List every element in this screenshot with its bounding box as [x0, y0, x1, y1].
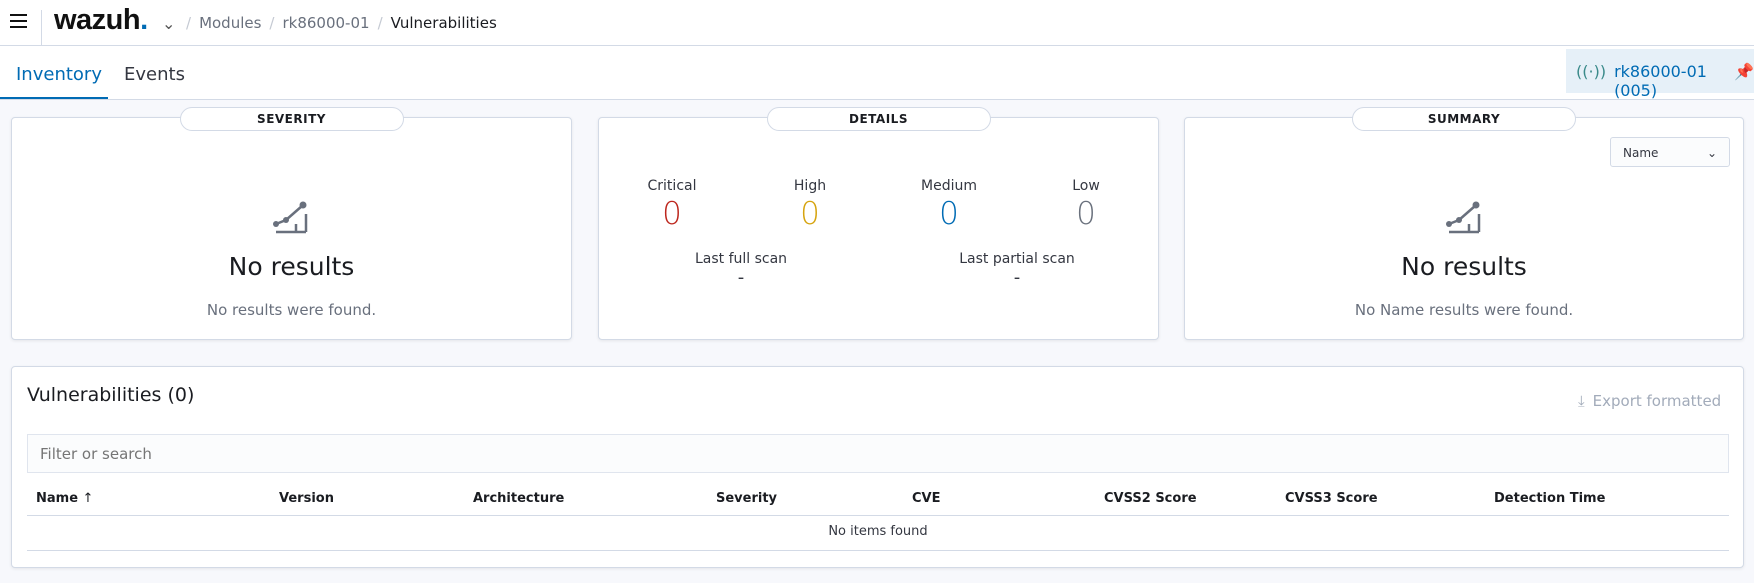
empty-text: No Name results were found.	[1354, 301, 1574, 319]
export-label: Export formatted	[1592, 392, 1722, 410]
breadcrumb-agent[interactable]: rk86000-01	[282, 14, 369, 32]
panel-title: SUMMARY	[1352, 107, 1576, 131]
scan-label: Last partial scan	[959, 251, 1075, 267]
search-input[interactable]	[27, 434, 1729, 473]
column-header-cve[interactable]: CVE	[912, 491, 940, 506]
menu-icon[interactable]	[10, 14, 27, 28]
pin-icon[interactable]: 📌	[1734, 62, 1754, 93]
empty-title: No results	[1401, 252, 1527, 281]
antenna-icon: ((·))	[1576, 62, 1607, 81]
breadcrumb: / Modules / rk86000-01 /Vulnerabilities	[186, 14, 497, 32]
last-full-scan: Last full scan -	[641, 251, 841, 288]
scan-label: Last full scan	[694, 251, 788, 267]
tab-events[interactable]: Events	[124, 64, 185, 85]
table-title: Vulnerabilities (0)	[27, 384, 195, 406]
count-label: Critical	[647, 178, 697, 194]
medium-count: Medium 0	[879, 178, 1019, 232]
divider	[27, 515, 1729, 516]
tab-bar: Inventory Events	[0, 46, 1754, 100]
low-count: Low 0	[1016, 178, 1156, 232]
empty-text: No results were found.	[206, 301, 377, 319]
column-header-architecture[interactable]: Architecture	[473, 491, 564, 506]
scan-value: -	[737, 267, 745, 288]
breadcrumb-current: Vulnerabilities	[390, 14, 497, 32]
field-select[interactable]: Name ⌄	[1610, 137, 1730, 167]
last-partial-scan: Last partial scan -	[917, 251, 1117, 288]
select-value: Name	[1623, 146, 1659, 160]
column-header-detection-time[interactable]: Detection Time	[1494, 491, 1605, 506]
column-header-cvss3[interactable]: CVSS3 Score	[1285, 491, 1378, 506]
empty-title: No results	[228, 252, 355, 281]
tab-inventory[interactable]: Inventory	[16, 64, 102, 85]
count-value[interactable]: 0	[740, 196, 880, 232]
wazuh-logo[interactable]: wazuh.	[54, 4, 148, 37]
details-panel: DETAILS Critical 0 High 0 Medium 0 Low 0 Las…	[598, 107, 1159, 340]
column-header-version[interactable]: Version	[279, 491, 334, 506]
divider	[27, 550, 1729, 551]
panel-title: DETAILS	[766, 107, 991, 131]
agent-badge[interactable]: ((·)) rk86000-01 (005) 📌	[1566, 49, 1754, 100]
summary-panel: SUMMARY Name ⌄ No results No Name results…	[1184, 107, 1744, 340]
panel-title: SEVERITY	[179, 107, 404, 131]
count-label: Medium	[921, 178, 977, 194]
chevron-down-icon: ⌄	[1706, 146, 1717, 160]
agent-label: rk86000-01 (005)	[1614, 62, 1707, 100]
empty-table-message: No items found	[828, 524, 928, 539]
column-header-severity[interactable]: Severity	[716, 491, 777, 506]
active-tab-indicator	[0, 97, 108, 99]
divider	[41, 10, 42, 46]
scan-value: -	[1013, 267, 1021, 288]
chevron-down-icon[interactable]: ⌄	[162, 14, 175, 33]
column-header-name[interactable]: Name ↑	[36, 491, 93, 506]
sort-ascending-icon: ↑	[82, 491, 94, 506]
high-count: High 0	[740, 178, 880, 232]
count-label: High	[793, 178, 827, 194]
chart-icon	[273, 201, 308, 234]
count-value[interactable]: 0	[879, 196, 1019, 232]
export-formatted-button[interactable]: ⤓ Export formatted	[1578, 392, 1721, 410]
chart-icon	[1446, 201, 1481, 234]
column-header-cvss2[interactable]: CVSS2 Score	[1104, 491, 1197, 506]
breadcrumb-modules[interactable]: Modules	[199, 14, 261, 32]
count-value[interactable]: 0	[602, 196, 742, 232]
download-icon: ⤓	[1578, 392, 1585, 410]
count-label: Low	[1072, 178, 1100, 194]
critical-count: Critical 0	[602, 178, 742, 232]
severity-panel: SEVERITY No results No results were foun…	[11, 107, 572, 340]
logo-text: wazuh	[54, 4, 141, 36]
count-value[interactable]: 0	[1016, 196, 1156, 232]
